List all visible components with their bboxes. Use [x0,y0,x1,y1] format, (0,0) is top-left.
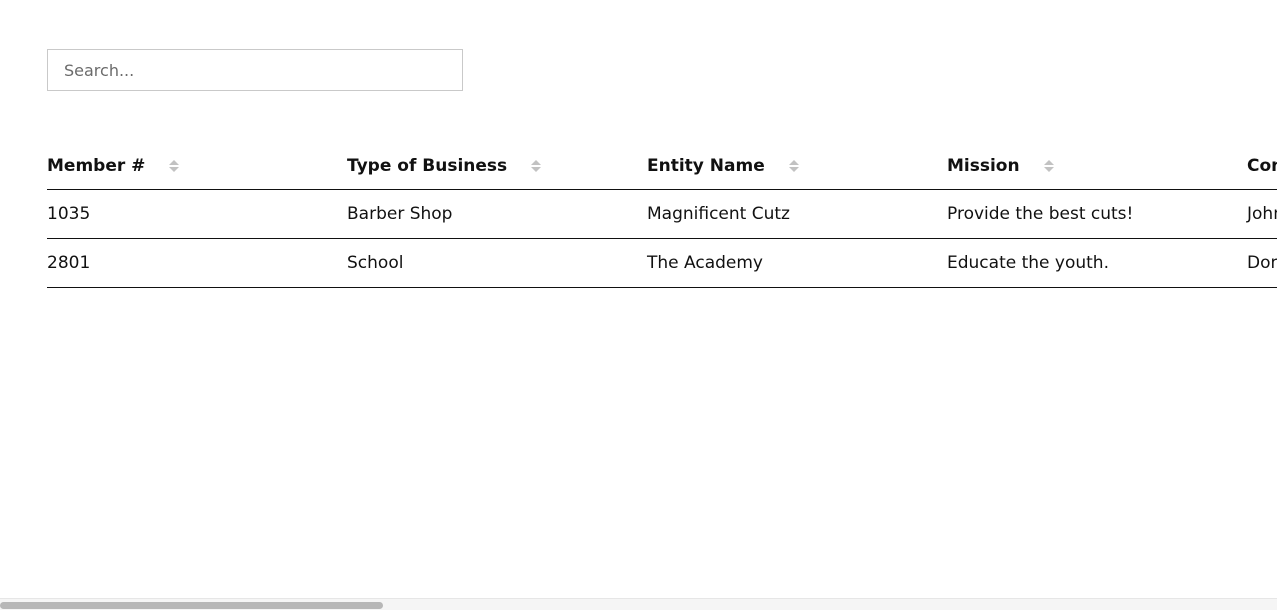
cell-type-of-business: School [347,238,647,288]
cell-member-number: 2801 [47,238,347,288]
column-header-contact[interactable]: Contact [1247,142,1277,190]
column-header-mission[interactable]: Mission [947,142,1247,190]
cell-type-of-business: Barber Shop [347,189,647,239]
column-header-label: Type of Business [347,155,508,176]
cell-entity-name: The Academy [647,238,947,288]
sort-icon[interactable] [169,159,180,172]
sort-icon[interactable] [531,159,542,172]
column-header-label: Member # [47,155,146,176]
members-table: Member # Type of Business Entity Name Mi… [47,142,1277,288]
column-header-member-number[interactable]: Member # [47,142,347,190]
search-box[interactable] [47,49,463,91]
page: Member # Type of Business Entity Name [0,0,1277,610]
sort-icon[interactable] [788,159,799,172]
scrollbar-thumb[interactable] [0,602,383,609]
cell-mission: Provide the best cuts! [947,189,1247,239]
cell-mission: Educate the youth. [947,238,1247,288]
search-input[interactable] [48,50,462,90]
cell-entity-name: Magnificent Cutz [647,189,947,239]
sort-icon[interactable] [1043,159,1054,172]
column-header-label: Entity Name [647,155,765,176]
table-row: 1035 Barber Shop Magnificent Cutz Provid… [47,189,1277,239]
column-header-label: Mission [947,155,1020,176]
table-container: Member # Type of Business Entity Name Mi… [47,142,1277,288]
cell-contact: John [1247,189,1277,239]
column-header-entity-name[interactable]: Entity Name [647,142,947,190]
horizontal-scrollbar[interactable] [0,598,1277,610]
column-header-type-of-business[interactable]: Type of Business [347,142,647,190]
column-header-label: Contact [1247,155,1277,176]
table-header-row: Member # Type of Business Entity Name Mi… [47,142,1277,190]
cell-contact: Don [1247,238,1277,288]
cell-member-number: 1035 [47,189,347,239]
table-row: 2801 School The Academy Educate the yout… [47,238,1277,288]
